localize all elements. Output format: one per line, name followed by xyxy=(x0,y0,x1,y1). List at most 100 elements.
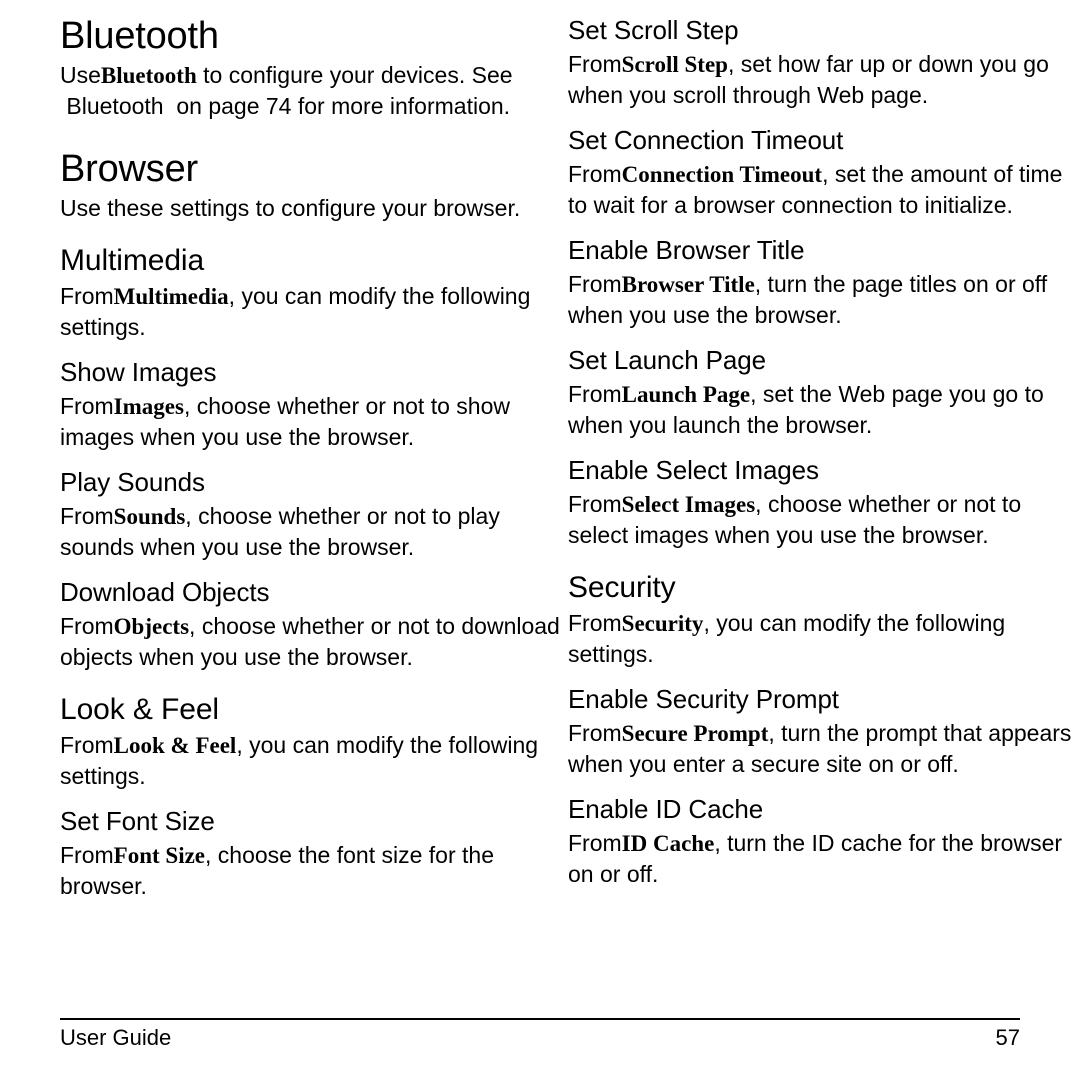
section-set-font-size: Set Font Size FromFont Size, choose the … xyxy=(60,805,562,901)
footer-page-number: 57 xyxy=(995,1025,1020,1050)
body-bluetooth: UseBluetooth to configure your devices. … xyxy=(60,60,562,121)
section-play-sounds: Play Sounds FromSounds, choose whether o… xyxy=(60,466,562,562)
body-term: Select Images xyxy=(621,492,756,517)
section-browser: Browser Use these settings to configure … xyxy=(60,147,562,223)
heading-show-images: Show Images xyxy=(60,357,217,387)
section-enable-security-prompt: Enable Security Prompt FromSecure Prompt… xyxy=(568,683,1080,779)
footer-guide-label: User Guide xyxy=(60,1025,172,1050)
body-set-scroll-step: FromScroll Step, set how far up or down … xyxy=(568,49,1080,110)
section-multimedia: Multimedia FromMultimedia, you can modif… xyxy=(60,243,562,342)
body-prefix: From xyxy=(568,271,622,297)
body-look-and-feel: FromLook & Feel, you can modify the foll… xyxy=(60,730,562,791)
document-page: Bluetooth UseBluetooth to configure your… xyxy=(0,0,1080,1080)
body-term: Connection Timeout xyxy=(621,162,823,187)
heading-set-scroll-step: Set Scroll Step xyxy=(568,15,739,45)
body-prefix: From xyxy=(60,842,114,868)
body-rest-2: Bluetooth on page 74 for more informatio… xyxy=(60,93,511,119)
heading-download-objects: Download Objects xyxy=(60,577,270,607)
body-prefix: From xyxy=(60,283,114,309)
body-term: Browser Title xyxy=(621,272,755,297)
section-set-launch-page: Set Launch Page FromLaunch Page, set the… xyxy=(568,344,1080,440)
body-term: Scroll Step xyxy=(621,52,728,77)
section-enable-select-images: Enable Select Images FromSelect Images, … xyxy=(568,454,1080,550)
section-set-scroll-step: Set Scroll Step FromScroll Step, set how… xyxy=(568,14,1080,110)
body-term: Bluetooth xyxy=(100,63,197,88)
body-prefix: From xyxy=(568,161,622,187)
body-multimedia: FromMultimedia, you can modify the follo… xyxy=(60,281,562,342)
body-term: Launch Page xyxy=(621,382,751,407)
heading-set-launch-page: Set Launch Page xyxy=(568,345,766,375)
body-set-font-size: FromFont Size, choose the font size for … xyxy=(60,840,562,901)
heading-enable-security-prompt: Enable Security Prompt xyxy=(568,684,839,714)
section-bluetooth: Bluetooth UseBluetooth to configure your… xyxy=(60,14,562,121)
section-enable-browser-title: Enable Browser Title FromBrowser Title, … xyxy=(568,234,1080,330)
heading-enable-select-images: Enable Select Images xyxy=(568,455,819,485)
body-prefix: From xyxy=(568,720,622,746)
right-column: Set Scroll Step FromScroll Step, set how… xyxy=(568,14,1080,889)
heading-set-font-size: Set Font Size xyxy=(60,806,215,836)
body-enable-id-cache: FromID Cache, turn the ID cache for the … xyxy=(568,828,1080,889)
section-set-connection-timeout: Set Connection Timeout FromConnection Ti… xyxy=(568,124,1080,220)
body-browser: Use these settings to configure your bro… xyxy=(60,195,521,221)
body-term: Images xyxy=(113,394,184,419)
section-show-images: Show Images FromImages, choose whether o… xyxy=(60,356,562,452)
body-enable-security-prompt: FromSecure Prompt, turn the prompt that … xyxy=(568,718,1080,779)
section-security: Security FromSecurity, you can modify th… xyxy=(568,570,1080,669)
section-enable-id-cache: Enable ID Cache FromID Cache, turn the I… xyxy=(568,793,1080,889)
heading-bluetooth: Bluetooth xyxy=(60,15,219,57)
body-term: Secure Prompt xyxy=(621,721,769,746)
heading-multimedia: Multimedia xyxy=(60,244,205,277)
body-term: Sounds xyxy=(113,504,186,529)
heading-browser: Browser xyxy=(60,148,198,190)
body-term: Multimedia xyxy=(113,284,229,309)
body-prefix: From xyxy=(568,491,622,517)
section-download-objects: Download Objects FromObjects, choose whe… xyxy=(60,576,562,672)
body-enable-select-images: FromSelect Images, choose whether or not… xyxy=(568,489,1080,550)
body-set-launch-page: FromLaunch Page, set the Web page you go… xyxy=(568,379,1080,440)
heading-enable-id-cache: Enable ID Cache xyxy=(568,794,764,824)
body-play-sounds: FromSounds, choose whether or not to pla… xyxy=(60,501,562,562)
body-prefix: Use xyxy=(60,62,101,88)
body-prefix: From xyxy=(60,503,114,529)
body-prefix: From xyxy=(60,613,114,639)
heading-enable-browser-title: Enable Browser Title xyxy=(568,235,805,265)
body-term: Look & Feel xyxy=(113,733,237,758)
page-footer: User Guide 57 xyxy=(60,1018,1020,1052)
section-look-and-feel: Look & Feel FromLook & Feel, you can mod… xyxy=(60,692,562,791)
heading-set-connection-timeout: Set Connection Timeout xyxy=(568,125,844,155)
body-term: Security xyxy=(621,611,704,636)
left-column: Bluetooth UseBluetooth to configure your… xyxy=(60,14,562,901)
heading-look-and-feel: Look & Feel xyxy=(60,693,219,726)
body-term: ID Cache xyxy=(621,831,715,856)
body-term: Font Size xyxy=(113,843,206,868)
body-prefix: From xyxy=(60,393,114,419)
heading-security: Security xyxy=(568,571,676,604)
body-prefix: From xyxy=(568,610,622,636)
body-term: Objects xyxy=(113,614,190,639)
body-download-objects: FromObjects, choose whether or not to do… xyxy=(60,611,562,672)
body-set-connection-timeout: FromConnection Timeout, set the amount o… xyxy=(568,159,1080,220)
heading-play-sounds: Play Sounds xyxy=(60,467,205,497)
body-enable-browser-title: FromBrowser Title, turn the page titles … xyxy=(568,269,1080,330)
body-prefix: From xyxy=(568,51,622,77)
body-prefix: From xyxy=(60,732,114,758)
two-column-body: Bluetooth UseBluetooth to configure your… xyxy=(0,0,1080,985)
body-prefix: From xyxy=(568,830,622,856)
body-prefix: From xyxy=(568,381,622,407)
body-rest: to configure your devices. See xyxy=(196,62,513,88)
body-security: FromSecurity, you can modify the followi… xyxy=(568,608,1080,669)
